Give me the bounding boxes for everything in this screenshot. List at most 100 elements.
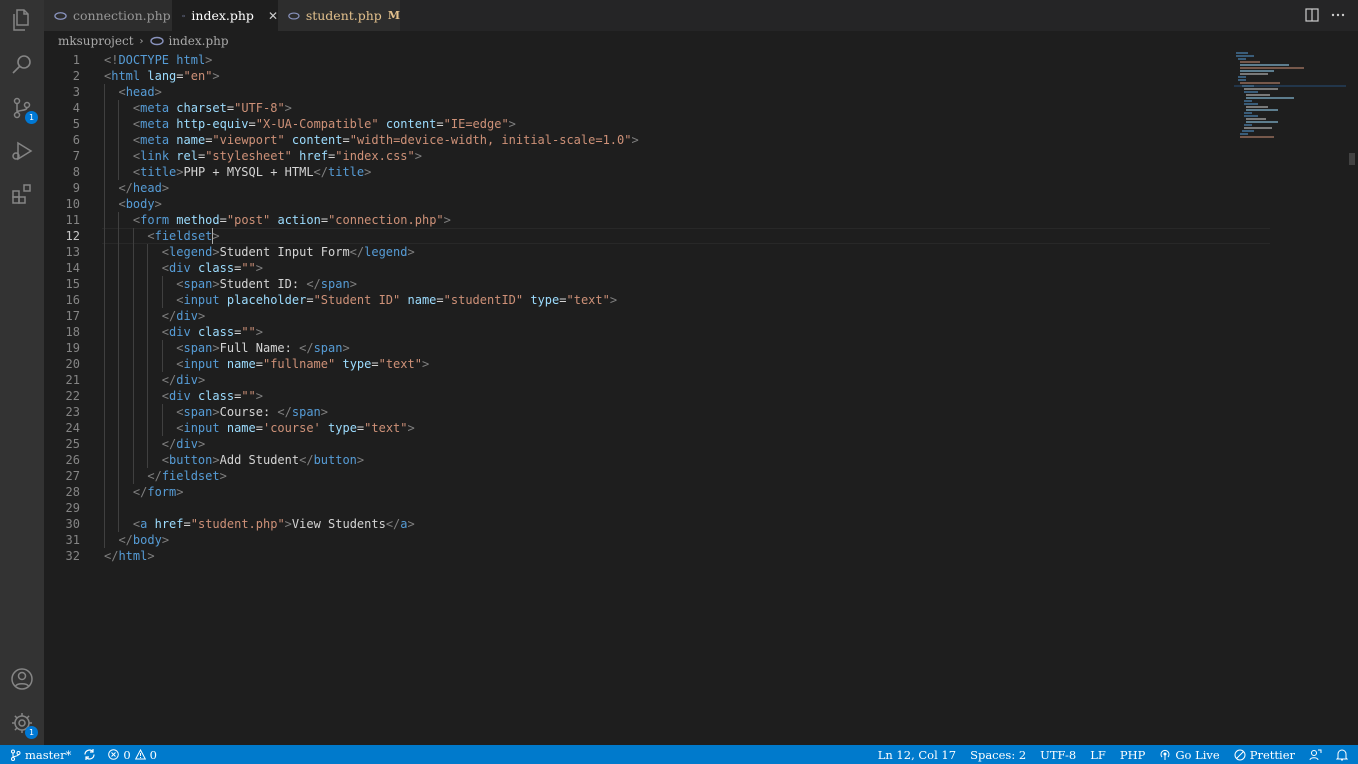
- line-number: 3: [72, 85, 80, 99]
- error-count: 0: [123, 747, 131, 762]
- line-number: 11: [65, 213, 80, 227]
- code-text: <meta http-equiv="X-UA-Compatible" conte…: [132, 117, 516, 131]
- line-number: 16: [65, 293, 80, 307]
- end-of-line[interactable]: LF: [1090, 745, 1106, 764]
- code-text: <div class="">: [161, 389, 263, 403]
- line-number: 27: [65, 469, 80, 483]
- go-live-button[interactable]: Go Live: [1159, 745, 1220, 764]
- prettier-disabled-icon: [1234, 749, 1246, 760]
- indentation[interactable]: Spaces: 2: [970, 745, 1026, 764]
- sync-button[interactable]: [83, 745, 96, 764]
- code-line[interactable]: 24 <input name='course' type="text">: [44, 420, 1234, 436]
- code-line[interactable]: 9 </head>: [44, 180, 1234, 196]
- split-editor-icon[interactable]: [1304, 7, 1320, 23]
- run-debug-icon[interactable]: [8, 137, 36, 165]
- code-line[interactable]: 2 <html lang="en">: [44, 68, 1234, 84]
- line-number: 23: [65, 405, 80, 419]
- settings-gear-icon[interactable]: 1: [8, 709, 38, 739]
- line-number: 24: [65, 421, 80, 435]
- php-file-icon: [149, 36, 164, 46]
- code-line[interactable]: 8 <title>PHP + MYSQL + HTML</title>: [44, 164, 1234, 180]
- code-text: <a href="student.php">View Students</a>: [132, 517, 415, 531]
- code-line[interactable]: 14 <div class="">: [44, 260, 1234, 276]
- search-icon[interactable]: [8, 50, 36, 78]
- code-text: <form method="post" action="connection.p…: [132, 213, 451, 227]
- prettier-label: Prettier: [1249, 747, 1295, 762]
- tab-index-php[interactable]: index.php ✕: [172, 0, 278, 31]
- code-line[interactable]: 23 <span>Course: </span>: [44, 404, 1234, 420]
- line-number: 12: [65, 229, 80, 243]
- code-line[interactable]: 18 <div class="">: [44, 324, 1234, 340]
- code-line[interactable]: 29: [44, 500, 1234, 516]
- code-text: <input name="fullname" type="text">: [176, 357, 430, 371]
- problems-indicator[interactable]: 0 0: [108, 745, 157, 764]
- code-text: </fieldset>: [147, 469, 227, 483]
- editor-actions: [1304, 7, 1346, 23]
- line-number: 18: [65, 325, 80, 339]
- language-mode[interactable]: PHP: [1120, 745, 1146, 764]
- code-line[interactable]: 5 <meta http-equiv="X-UA-Compatible" con…: [44, 116, 1234, 132]
- chevron-right-icon: ›: [139, 35, 144, 47]
- code-line[interactable]: 17 </div>: [44, 308, 1234, 324]
- code-line[interactable]: 1 <!DOCTYPE html>: [44, 52, 1234, 68]
- code-line[interactable]: 11 <form method="post" action="connectio…: [44, 212, 1234, 228]
- code-line[interactable]: 15 <span>Student ID: </span>: [44, 276, 1234, 292]
- code-line[interactable]: 28 </form>: [44, 484, 1234, 500]
- code-line[interactable]: 4 <meta charset="UTF-8">: [44, 100, 1234, 116]
- code-editor[interactable]: 1 <!DOCTYPE html> 2 <html lang="en"> 3 <head…: [44, 51, 1270, 745]
- line-number: 13: [65, 245, 80, 259]
- tab-label: index.php: [191, 8, 254, 23]
- line-number: 5: [72, 117, 80, 131]
- code-text: <html lang="en">: [104, 69, 220, 83]
- prettier-button[interactable]: Prettier: [1234, 745, 1295, 764]
- encoding[interactable]: UTF-8: [1040, 745, 1076, 764]
- line-number: 9: [72, 181, 80, 195]
- code-line[interactable]: 6 <meta name="viewport" content="width=d…: [44, 132, 1234, 148]
- code-line[interactable]: 27 </fieldset>: [44, 468, 1234, 484]
- code-line[interactable]: 19 <span>Full Name: </span>: [44, 340, 1234, 356]
- line-number: 15: [65, 277, 80, 291]
- explorer-icon[interactable]: [8, 6, 36, 34]
- line-number: 17: [65, 309, 80, 323]
- code-line[interactable]: 10 <body>: [44, 196, 1234, 212]
- code-line[interactable]: 13 <legend>Student Input Form</legend>: [44, 244, 1234, 260]
- breadcrumb-file[interactable]: index.php: [169, 34, 229, 48]
- bell-icon: [1336, 749, 1348, 761]
- code-text: </div>: [161, 437, 206, 451]
- code-line[interactable]: 25 </div>: [44, 436, 1234, 452]
- more-actions-icon[interactable]: [1330, 7, 1346, 23]
- code-line[interactable]: 16 <input placeholder="Student ID" name=…: [44, 292, 1234, 308]
- minimap[interactable]: [1234, 51, 1346, 141]
- line-number: 19: [65, 341, 80, 355]
- account-icon[interactable]: [8, 665, 36, 693]
- code-line[interactable]: 32 </html>: [44, 548, 1234, 564]
- editor-scrollbar[interactable]: [1349, 153, 1355, 165]
- source-control-icon[interactable]: 1: [8, 94, 38, 124]
- notifications-button[interactable]: [1336, 745, 1348, 764]
- code-line[interactable]: 20 <input name="fullname" type="text">: [44, 356, 1234, 372]
- php-file-icon: [54, 11, 67, 20]
- branch-indicator[interactable]: master*: [10, 745, 71, 764]
- tab-student-php[interactable]: student.php M: [278, 0, 400, 31]
- code-line[interactable]: 22 <div class="">: [44, 388, 1234, 404]
- code-line[interactable]: 26 <button>Add Student</button>: [44, 452, 1234, 468]
- cursor-position[interactable]: Ln 12, Col 17: [878, 745, 956, 764]
- code-text: </html>: [104, 549, 155, 563]
- code-text: <fieldset>: [147, 229, 220, 243]
- code-line[interactable]: 30 <a href="student.php">View Students</…: [44, 516, 1234, 532]
- source-control-badge: 1: [25, 111, 38, 124]
- code-line[interactable]: 3 <head>: [44, 84, 1234, 100]
- feedback-button[interactable]: [1309, 745, 1322, 764]
- close-icon[interactable]: ✕: [268, 9, 278, 23]
- extensions-icon[interactable]: [8, 180, 36, 208]
- tab-connection-php[interactable]: connection.php: [44, 0, 172, 31]
- git-branch-icon: [11, 749, 21, 761]
- line-number: 26: [65, 453, 80, 467]
- breadcrumb-folder[interactable]: mksuproject: [58, 34, 134, 48]
- code-line[interactable]: 12 <fieldset>: [44, 228, 1234, 244]
- code-line[interactable]: 31 </body>: [44, 532, 1234, 548]
- code-line[interactable]: 7 <link rel="stylesheet" href="index.css…: [44, 148, 1234, 164]
- line-number: 4: [72, 101, 80, 115]
- php-file-icon: [288, 11, 300, 20]
- code-line[interactable]: 21 </div>: [44, 372, 1234, 388]
